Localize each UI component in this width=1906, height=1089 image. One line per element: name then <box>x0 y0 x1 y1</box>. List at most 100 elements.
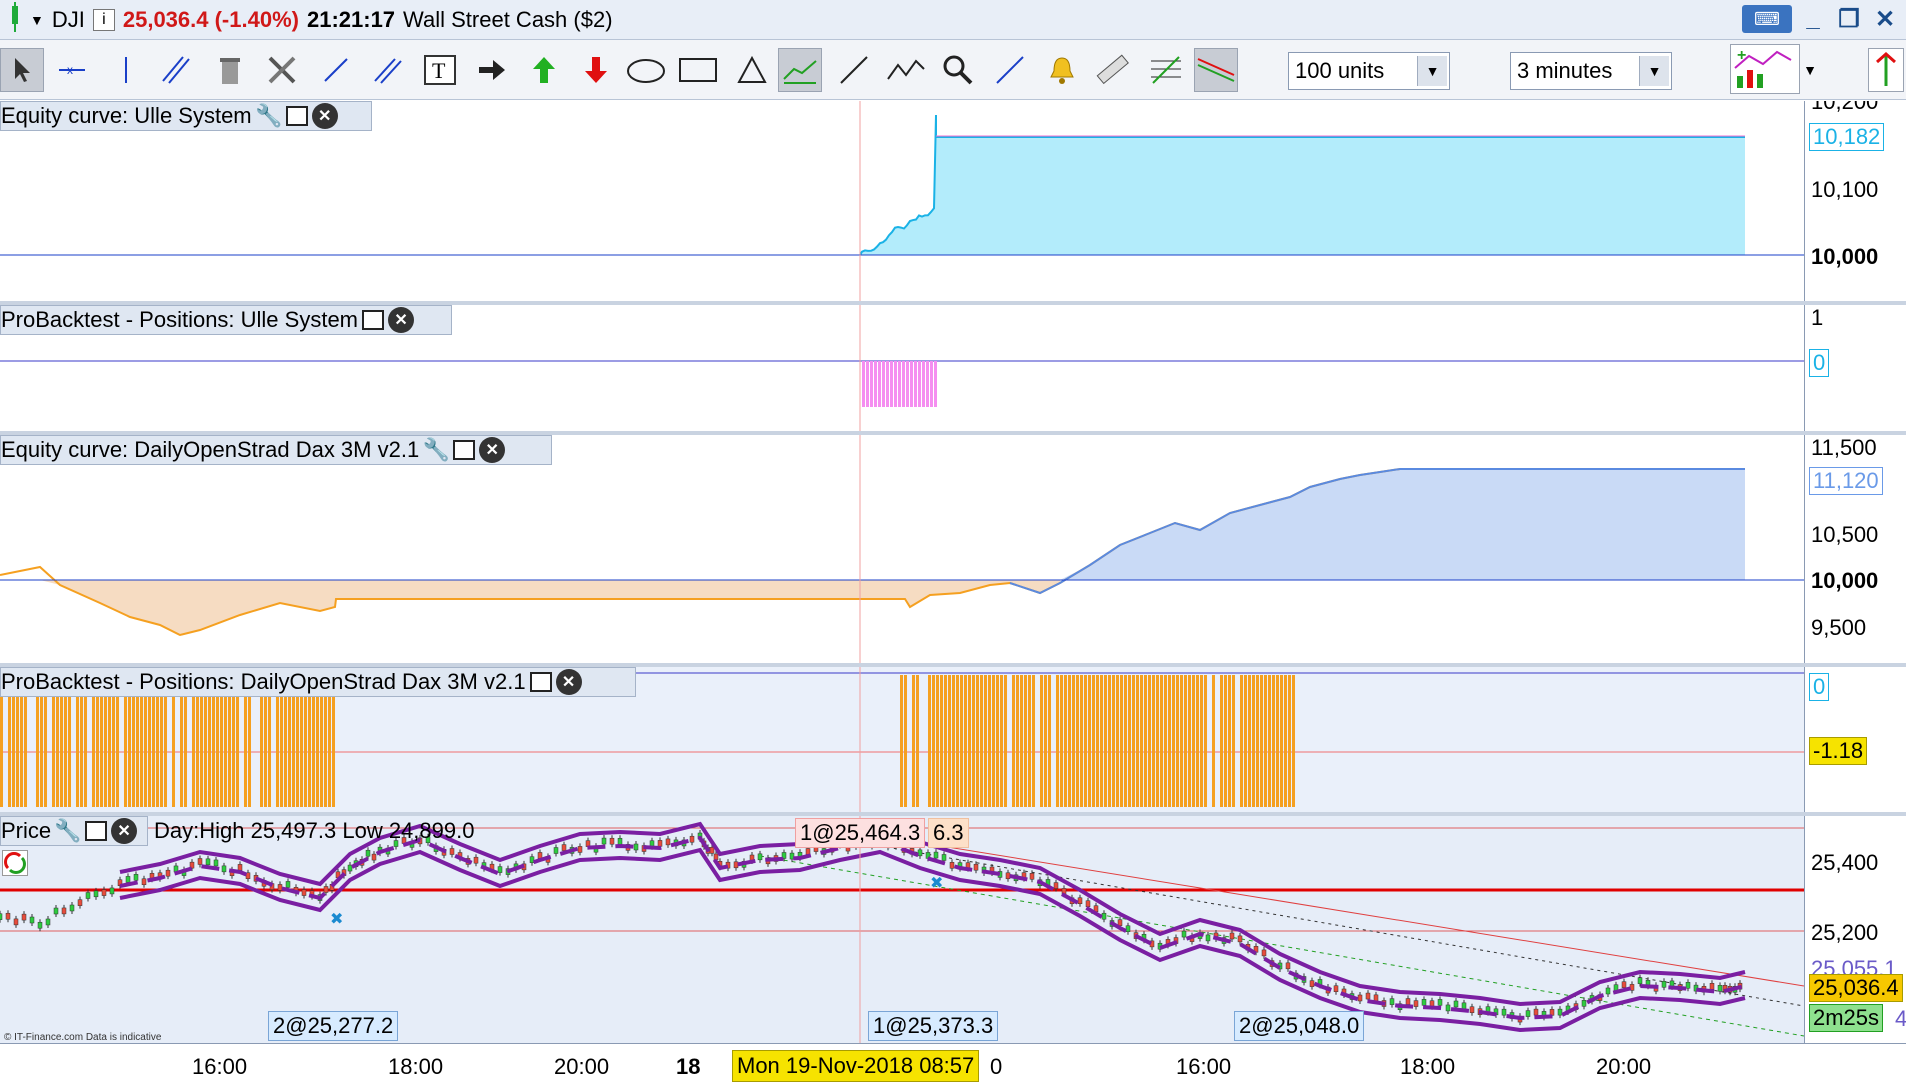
candle-body <box>1582 1000 1586 1006</box>
trend-channel-icon[interactable] <box>778 48 822 92</box>
position-bar <box>910 361 913 407</box>
add-indicator-icon[interactable]: + <box>1730 44 1800 94</box>
position-bar <box>1060 675 1063 807</box>
chevron-down-icon[interactable]: ▼ <box>1417 56 1447 86</box>
position-bar <box>932 675 935 807</box>
window-icon[interactable] <box>286 106 308 126</box>
equity-axis-ulle: 10,200 10,182 10,100 10,000 <box>1804 101 1906 301</box>
wrench-icon[interactable]: 🔧 <box>55 818 81 844</box>
minimize-icon[interactable]: _ <box>1798 4 1828 34</box>
trade-marker[interactable]: 1@25,464.3 <box>795 818 925 848</box>
chevron-down-icon[interactable]: ▼ <box>1639 56 1669 86</box>
time-tick: 18:00 <box>388 1054 443 1080</box>
close-icon[interactable]: ✕ <box>479 437 505 463</box>
ray-icon[interactable] <box>832 48 876 92</box>
trade-marker[interactable]: 2@25,048.0 <box>1234 1011 1364 1041</box>
candle-body <box>1534 1009 1538 1015</box>
close-icon[interactable]: ✕ <box>556 669 582 695</box>
text-icon[interactable]: T <box>418 48 462 92</box>
position-bar <box>1084 675 1087 807</box>
position-bar <box>68 697 71 807</box>
chevron-down-icon[interactable]: ▼ <box>1800 48 1820 92</box>
trend-line <box>880 836 1804 986</box>
wrench-icon[interactable]: 🔧 <box>256 103 282 129</box>
candle-body <box>86 893 90 899</box>
measure-line-icon[interactable] <box>988 48 1032 92</box>
panel-title: Equity curve: DailyOpenStrad Dax 3M v2.1 <box>1 437 419 463</box>
zigzag-icon[interactable] <box>884 48 928 92</box>
position-bar <box>64 697 67 807</box>
close-icon[interactable]: ✕ <box>388 307 414 333</box>
position-bar <box>1200 675 1203 807</box>
vertical-line-icon[interactable] <box>104 48 148 92</box>
rectangle-icon[interactable] <box>676 48 720 92</box>
tools-icon[interactable] <box>260 48 304 92</box>
timeframe-select[interactable]: 3 minutes ▼ <box>1510 52 1672 90</box>
ruler-icon[interactable] <box>1090 48 1134 92</box>
units-select[interactable]: 100 units ▼ <box>1288 52 1450 90</box>
position-bar <box>1016 675 1019 807</box>
window-icon[interactable] <box>530 672 552 692</box>
trade-marker[interactable]: 1@25,373.3 <box>868 1011 998 1041</box>
axis-tick: 9,500 <box>1811 615 1866 641</box>
crosshair-horizontal-icon[interactable]: x <box>50 48 94 92</box>
segment-icon[interactable] <box>314 48 358 92</box>
position-bar <box>320 697 323 807</box>
close-icon[interactable]: ✕ <box>111 818 137 844</box>
window-icon[interactable] <box>453 440 475 460</box>
position-bar <box>1188 675 1191 807</box>
arrow-right-icon[interactable] <box>470 48 514 92</box>
svg-text:+: + <box>1737 47 1746 64</box>
close-icon[interactable]: ✕ <box>312 103 338 129</box>
position-bar <box>1224 675 1227 807</box>
position-bar <box>1148 675 1151 807</box>
window-icon[interactable] <box>362 310 384 330</box>
channel-icon[interactable] <box>154 48 198 92</box>
link-icon[interactable] <box>1868 48 1904 92</box>
position-bar <box>936 675 939 807</box>
candle-body <box>1310 981 1314 987</box>
arrow-up-icon[interactable] <box>522 48 566 92</box>
ellipse-icon[interactable] <box>624 48 668 92</box>
countdown-tail: 4 <box>1895 1006 1906 1032</box>
info-icon[interactable]: i <box>93 9 115 31</box>
window-icon[interactable] <box>85 821 107 841</box>
title-bar: ▼ DJI i 25,036.4 (-1.40%) 21:21:17 Wall … <box>0 0 1906 40</box>
alert-bell-icon[interactable] <box>1040 48 1084 92</box>
zoom-icon[interactable] <box>936 48 980 92</box>
symbol-label[interactable]: DJI <box>52 7 85 33</box>
trade-marker[interactable]: 2@25,277.2 <box>268 1011 398 1041</box>
arrow-down-icon[interactable] <box>574 48 618 92</box>
candle-body <box>1622 982 1626 988</box>
position-bar <box>1232 675 1235 807</box>
position-bar <box>1264 675 1267 807</box>
positions-current-badge: 0 <box>1809 349 1829 377</box>
position-bar <box>1012 675 1015 807</box>
position-bar <box>988 675 991 807</box>
position-bar <box>1132 675 1135 807</box>
trade-marker[interactable]: 6.3 <box>928 818 969 848</box>
close-icon[interactable]: ✕ <box>1870 4 1900 34</box>
candle-body <box>22 914 26 920</box>
pointer-icon[interactable] <box>0 48 44 92</box>
triangle-icon[interactable] <box>730 48 774 92</box>
wrench-icon[interactable]: 🔧 <box>423 437 449 463</box>
candle-body <box>942 854 946 860</box>
trash-icon[interactable] <box>208 48 252 92</box>
symbol-dropdown-icon[interactable]: ▼ <box>30 12 44 28</box>
refresh-icon[interactable] <box>2 850 28 876</box>
keyboard-icon[interactable]: ⌨ <box>1742 5 1792 33</box>
instrument-name: Wall Street Cash ($2) <box>403 7 612 33</box>
parallel-lines-icon[interactable] <box>366 48 410 92</box>
candle-body <box>372 854 376 860</box>
fibonacci-icon[interactable] <box>1144 48 1188 92</box>
trading-window: ▼ DJI i 25,036.4 (-1.40%) 21:21:17 Wall … <box>0 0 1906 1089</box>
position-bar <box>922 361 925 407</box>
candle-body <box>1086 901 1090 907</box>
regression-channel-icon[interactable] <box>1194 48 1238 92</box>
position-bar <box>60 697 63 807</box>
position-bar <box>980 675 983 807</box>
position-bar <box>288 697 291 807</box>
restore-icon[interactable]: ❐ <box>1834 4 1864 34</box>
candle-body <box>126 876 130 882</box>
